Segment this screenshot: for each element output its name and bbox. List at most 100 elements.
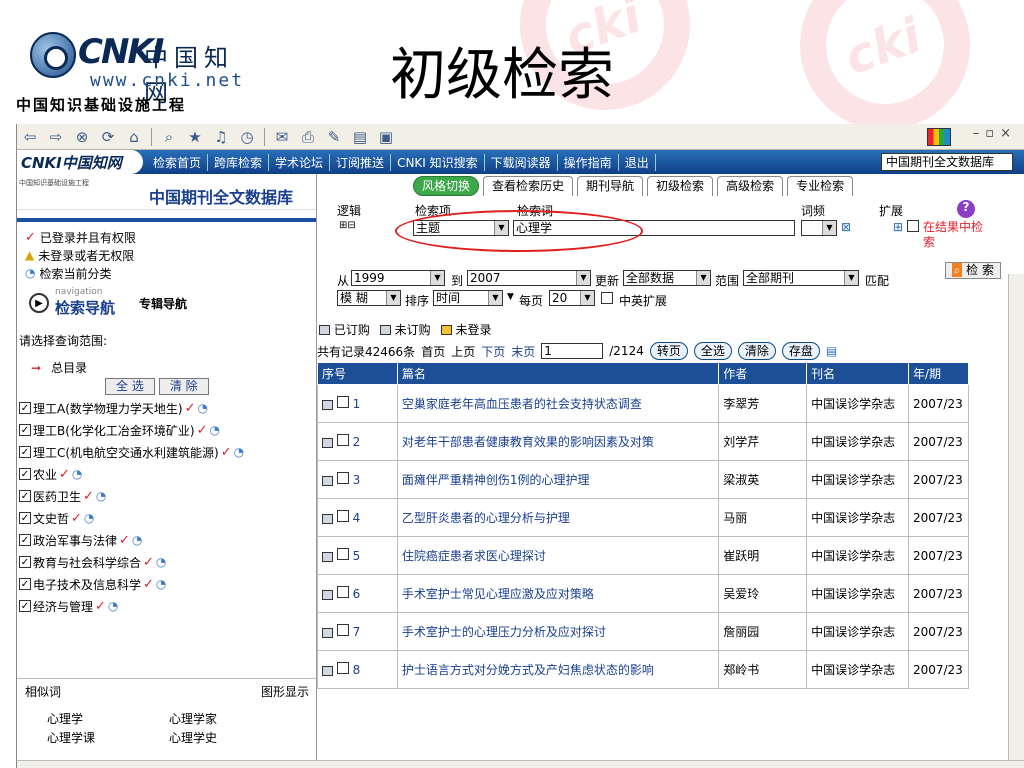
list-icon[interactable]: ▤ (826, 344, 837, 358)
per-page-select[interactable]: 20 ▼ (549, 290, 595, 306)
journal-cell[interactable]: 中国误诊学杂志 (806, 650, 909, 689)
help-icon[interactable]: ? (957, 200, 975, 218)
article-title-link[interactable]: 手术室护士的心理压力分析及应对探讨 (396, 612, 720, 651)
magnifier-icon[interactable]: ◔ (108, 599, 118, 613)
article-title-link[interactable]: 手术室护士常见心理应激及应对策略 (396, 574, 720, 613)
print-icon[interactable]: ⎙ (299, 128, 317, 146)
vertical-scrollbar[interactable] (1008, 274, 1024, 764)
article-title-link[interactable]: 对老年干部患者健康教育效果的影响因素及对策 (396, 422, 720, 461)
media-icon[interactable]: ♫ (212, 128, 230, 146)
magnifier-icon[interactable]: ◔ (84, 511, 94, 525)
magnifier-icon[interactable]: ◔ (132, 533, 142, 547)
tab-advanced-search[interactable]: 高级检索 (717, 176, 784, 196)
issue-cell[interactable]: 2007/23 (907, 498, 970, 537)
site-logo[interactable]: CNKI中国知网 (17, 150, 143, 174)
issue-cell[interactable]: 2007/23 (907, 460, 970, 499)
last-page-link[interactable]: 末页 (511, 343, 535, 360)
issue-cell[interactable]: 2007/23 (907, 384, 970, 423)
magnifier-icon[interactable]: ◔ (197, 401, 207, 415)
refresh-icon[interactable]: ⟳ (99, 128, 117, 146)
category-item[interactable]: ✓ 经济与管理 ✓ ◔ (17, 595, 316, 617)
document-icon[interactable] (322, 627, 333, 638)
category-item[interactable]: ✓ 电子技术及信息科学 ✓ ◔ (17, 573, 316, 595)
journal-cell[interactable]: 中国误诊学杂志 (806, 422, 909, 461)
edit-icon[interactable]: ✎ (325, 128, 343, 146)
checkbox[interactable]: ✓ (19, 512, 31, 524)
document-icon[interactable] (322, 589, 333, 600)
all-directory[interactable]: ➞ 总目录 (31, 359, 316, 376)
page-input[interactable]: 1 (541, 343, 604, 359)
select-all-results-button[interactable]: 全选 (693, 342, 732, 360)
document-icon[interactable] (322, 475, 333, 486)
row-checkbox[interactable] (336, 510, 349, 522)
mail-icon[interactable]: ✉ (273, 128, 291, 146)
author-cell[interactable]: 詹丽园 (718, 612, 808, 651)
expand-grid-icon[interactable]: ⊞ (893, 220, 903, 234)
select-all-button[interactable]: 全 选 (105, 378, 155, 395)
similar-word[interactable]: 心理学 (47, 710, 169, 727)
database-select[interactable]: 中国期刊全文数据库 (881, 153, 1013, 171)
author-cell[interactable]: 梁淑英 (718, 460, 808, 499)
magnifier-icon[interactable]: ◔ (96, 489, 106, 503)
checkbox[interactable]: ✓ (19, 600, 31, 612)
document-icon[interactable] (322, 437, 333, 448)
issue-cell[interactable]: 2007/23 (907, 422, 970, 461)
back-icon[interactable]: ⇦ (21, 128, 39, 146)
from-year-select[interactable]: 1999 ▼ (351, 270, 445, 286)
history-icon[interactable]: ◷ (238, 128, 256, 146)
graph-display-link[interactable]: 图形显示 (261, 683, 309, 700)
window-controls[interactable]: –▫× (973, 126, 1017, 141)
update-select[interactable]: 全部数据 ▼ (623, 270, 711, 286)
home-icon[interactable]: ⌂ (125, 128, 143, 146)
author-cell[interactable]: 吴爱玲 (718, 574, 808, 613)
go-page-button[interactable]: 转页 (649, 342, 688, 360)
checkbox[interactable]: ✓ (19, 556, 31, 568)
category-item[interactable]: ✓ 理工C(机电航空交通水利建筑能源) ✓ ◔ (17, 441, 316, 463)
tab-journal-nav[interactable]: 期刊导航 (577, 176, 644, 196)
match-select[interactable]: 模 糊 ▼ (337, 290, 401, 306)
next-page-link[interactable]: 下页 (481, 343, 505, 360)
row-checkbox[interactable] (336, 472, 349, 484)
category-item[interactable]: ✓ 农业 ✓ ◔ (17, 463, 316, 485)
journal-cell[interactable]: 中国误诊学杂志 (806, 384, 909, 423)
document-icon[interactable] (322, 513, 333, 524)
stop-icon[interactable]: ⊗ (73, 128, 91, 146)
document-icon[interactable] (322, 551, 333, 562)
category-item[interactable]: ✓ 理工A(数学物理力学天地生) ✓ ◔ (17, 397, 316, 419)
issue-cell[interactable]: 2007/23 (907, 612, 970, 651)
magnifier-icon[interactable]: ◔ (234, 445, 244, 459)
issue-cell[interactable]: 2007/23 (907, 536, 970, 575)
magnifier-icon[interactable]: ◔ (210, 423, 220, 437)
similar-word[interactable]: 心理学家 (169, 710, 291, 727)
similar-word[interactable]: 心理学课 (47, 729, 169, 746)
nav-link-guide[interactable]: 操作指南 (558, 153, 619, 171)
range-select[interactable]: 全部期刊 ▼ (743, 270, 859, 286)
journal-cell[interactable]: 中国误诊学杂志 (806, 612, 909, 651)
add-remove-icon[interactable]: ⊞⊟ (339, 220, 356, 231)
author-cell[interactable]: 刘学芹 (718, 422, 808, 461)
nav-link-home[interactable]: 检索首页 (147, 153, 209, 171)
nav-link-reader[interactable]: 下载阅读器 (485, 153, 558, 171)
magnifier-icon[interactable]: ◔ (156, 577, 166, 591)
checkbox[interactable]: ✓ (19, 468, 31, 480)
author-cell[interactable]: 郑岭书 (718, 650, 808, 689)
tab-history[interactable]: 查看检索历史 (483, 176, 574, 196)
sort-select[interactable]: 时间 ▼ (433, 290, 503, 306)
row-checkbox[interactable] (336, 624, 349, 636)
nav-link-knowledge-search[interactable]: CNKI 知识搜索 (391, 153, 485, 171)
tab-expert-search[interactable]: 专业检索 (787, 176, 854, 196)
in-results-checkbox[interactable] (907, 220, 919, 235)
clear-button[interactable]: 清 除 (158, 378, 209, 395)
magnifier-icon[interactable]: ◔ (72, 467, 82, 481)
checkbox[interactable]: ✓ (19, 446, 31, 458)
row-checkbox[interactable] (336, 548, 349, 560)
search-icon[interactable]: ⌕ (160, 128, 178, 146)
checkbox[interactable]: ✓ (19, 534, 31, 546)
category-item[interactable]: ✓ 理工B(化学化工冶金环境矿业) ✓ ◔ (17, 419, 316, 441)
clear-results-button[interactable]: 清除 (737, 342, 776, 360)
messenger-icon[interactable]: ▣ (377, 128, 395, 146)
article-title-link[interactable]: 护士语言方式对分娩方式及产妇焦虑状态的影响 (396, 650, 720, 689)
expand-icon[interactable]: ⊠ (841, 220, 851, 234)
search-navigation[interactable]: ▶ navigation 检索导航 专辑导航 (29, 288, 316, 318)
first-page-link[interactable]: 首页 (421, 343, 445, 360)
